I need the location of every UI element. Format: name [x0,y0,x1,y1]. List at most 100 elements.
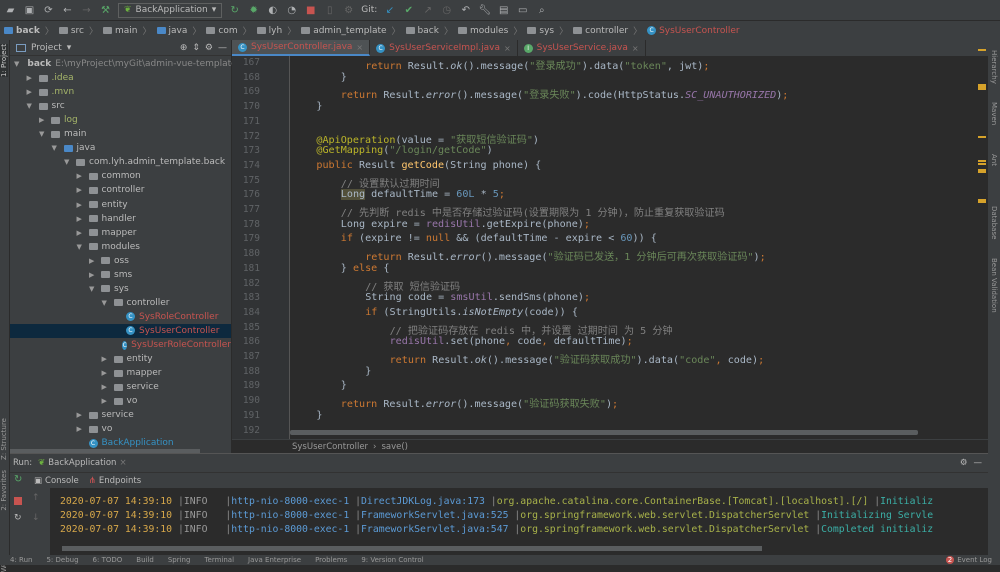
tab-sysuserservice-java[interactable]: I SysUserService.java × [518,40,646,56]
tree-item[interactable]: ▶ mapper [10,366,231,380]
tree-item[interactable]: ▶ oss [10,254,231,268]
structure-tool-button[interactable]: Z: Structure [0,418,8,460]
expanded-arrow-icon[interactable]: ▼ [39,130,47,138]
close-icon[interactable]: × [356,43,363,52]
tree-item[interactable]: ▶ sms [10,268,231,282]
tree-item[interactable]: ▶ log [10,113,231,127]
tree-item[interactable]: C SysRoleController [10,310,231,324]
device-icon[interactable]: ▯ [323,4,336,17]
expanded-arrow-icon[interactable]: ▼ [64,158,72,166]
tree-item[interactable]: ▼ main [10,127,231,141]
favorites-tool-button[interactable]: 2: Favorites [0,470,8,511]
tool-button-database[interactable]: Database [990,206,998,239]
error-stripe-mark[interactable] [978,160,986,162]
code-line[interactable]: redisUtil.set(phone, code, defaultTime); [390,336,633,347]
collapsed-arrow-icon[interactable]: ▶ [77,186,85,194]
tool-button-hierarchy[interactable]: Hierarchy [990,50,998,84]
tree-item[interactable]: C SysUserRoleController [10,338,231,352]
settings-wrench-icon[interactable]: 🔧︎ [478,4,491,17]
save-icon[interactable]: ▣ [23,4,36,17]
tab-sysuserserviceimpl-java[interactable]: C SysUserServiceImpl.java × [370,40,518,56]
editor-horizontal-scrollbar[interactable] [290,430,918,435]
breadcrumb-item[interactable]: C SysUserController [647,26,740,36]
code-line[interactable]: @GetMapping("/login/getCode") [316,145,492,156]
collapsed-arrow-icon[interactable]: ▶ [77,425,85,433]
expanded-arrow-icon[interactable]: ▼ [102,299,110,307]
close-icon[interactable]: × [119,458,126,468]
coverage-icon[interactable]: ◐ [266,4,279,17]
tool-button-bean-validation[interactable]: Bean Validation [990,258,998,313]
rollback-icon[interactable]: ↶ [459,4,472,17]
tree-item[interactable]: ▼ back E:\myProject\myGit\admin-vue-templa… [10,57,245,71]
code-line[interactable]: // 获取 短信验证码 [365,278,460,293]
code-line[interactable]: } else { [341,263,390,274]
run-config-select[interactable]: ❦ BackApplication ▾ [118,2,223,18]
collapsed-arrow-icon[interactable]: ▶ [102,397,110,405]
tool-button-debug[interactable]: 5: Debug [46,556,78,564]
code-line[interactable]: return Result.ok().message("登录成功").data(… [365,57,709,72]
collapsed-arrow-icon[interactable]: ▶ [77,229,85,237]
tree-item[interactable]: ▼ com.lyh.admin_template.back [10,155,231,169]
back-icon[interactable]: ← [61,4,74,17]
restore-icon[interactable]: ↻ [14,513,22,523]
tree-item[interactable]: ▼ java [10,141,231,155]
stop-icon[interactable]: ■ [304,4,317,17]
collapsed-arrow-icon[interactable]: ▶ [102,369,110,377]
breadcrumb-method[interactable]: save() [381,442,408,452]
breadcrumb-item[interactable]: main [103,26,138,36]
gear-icon[interactable]: ⚙ [205,43,213,53]
terminal-icon[interactable]: ▭ [516,4,529,17]
expanded-arrow-icon[interactable]: ▼ [52,144,60,152]
collapsed-arrow-icon[interactable]: ▶ [39,116,47,124]
code-line[interactable]: if (expire != null && (defaultTime - exp… [341,233,657,244]
breadcrumb-item[interactable]: sys [527,26,554,36]
tree-item[interactable]: ▶ .mvn [10,85,231,99]
project-structure-icon[interactable]: ▤ [497,4,510,17]
run-config-tab[interactable]: ❦ BackApplication × [38,458,126,468]
history-icon[interactable]: ◷ [440,4,453,17]
code-line[interactable]: } [316,101,322,112]
expanded-arrow-icon[interactable]: ▼ [27,102,35,110]
code-line[interactable]: return Result.error().message("验证码已发送，1 … [365,248,766,263]
up-icon[interactable]: ↑ [32,493,40,503]
tree-item[interactable]: ▶ entity [10,198,231,212]
hide-icon[interactable]: — [218,43,227,53]
expanded-arrow-icon[interactable]: ▼ [89,285,97,293]
error-stripe-mark[interactable] [978,201,986,203]
breadcrumb-item[interactable]: controller [573,26,628,36]
tree-item[interactable]: ▼ modules [10,240,231,254]
profile-icon[interactable]: ◔ [285,4,298,17]
code-line[interactable]: Long defaultTime = 60L * 5; [340,189,505,201]
code-line[interactable]: String code = smsUtil.sendSms(phone); [365,292,590,303]
code-line[interactable]: // 设置默认过期时间 [341,175,440,190]
project-tool-button[interactable]: 1: Project [0,44,8,77]
code-line[interactable]: return Result.error().message("登录失败").co… [341,86,789,101]
stop-icon[interactable] [14,497,22,505]
console-tab[interactable]: ▣ Console [34,476,79,486]
tool-button-run[interactable]: 4: Run [10,556,32,564]
hide-icon[interactable]: — [974,458,983,468]
git-commit-icon[interactable]: ✔ [402,4,415,17]
tree-item[interactable]: ▶ handler [10,212,231,226]
code-line[interactable]: } [341,72,347,83]
breadcrumb-class[interactable]: SysUserController [292,442,368,452]
error-stripe-mark[interactable] [978,171,986,173]
collapsed-arrow-icon[interactable]: ▶ [102,355,110,363]
collapsed-arrow-icon[interactable]: ▶ [102,383,110,391]
attach-icon[interactable]: ⚙ [342,4,355,17]
tree-item[interactable]: ▶ controller [10,183,231,197]
tool-button-maven[interactable]: Maven [990,102,998,125]
tree-item[interactable]: ▼ controller [10,296,231,310]
code-line[interactable]: return Result.ok().message("验证码获取成功").da… [390,351,765,366]
forward-icon[interactable]: → [80,4,93,17]
tree-item[interactable]: ▶ vo [10,394,231,408]
expanded-arrow-icon[interactable]: ▼ [77,243,85,251]
down-icon[interactable]: ↓ [32,513,40,523]
code-line[interactable]: public Result getCode(String phone) { [316,160,541,171]
code-editor[interactable]: 167 168 169 170 171 172 173 174 175 176 177 178 179 1… [232,56,988,439]
tree-item[interactable]: ▶ entity [10,352,231,366]
gear-icon[interactable]: ⚙ [960,458,968,468]
tree-item[interactable]: ▶ service [10,408,231,422]
tool-button-ant[interactable]: Ant [990,154,998,166]
open-folder-icon[interactable]: ▰ [4,4,17,17]
